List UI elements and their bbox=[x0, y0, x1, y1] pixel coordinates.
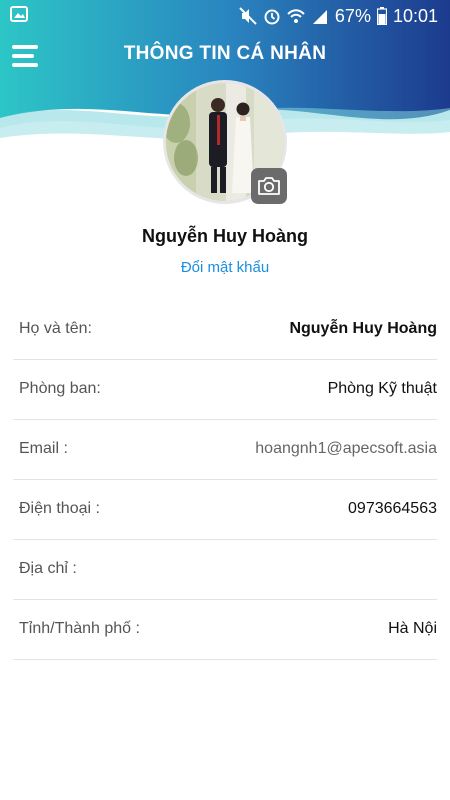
clock-time: 10:01 bbox=[392, 6, 438, 26]
info-row-phone: Điện thoại : 0973664563 bbox=[13, 480, 437, 540]
wifi-icon bbox=[287, 9, 305, 23]
field-label: Phòng ban: bbox=[19, 380, 101, 397]
field-label: Họ và tên: bbox=[19, 320, 92, 337]
battery-percent: 67% bbox=[334, 6, 371, 26]
field-label: Điện thoại : bbox=[19, 500, 100, 517]
info-row-email: Email : hoangnh1@apecsoft.asia bbox=[13, 420, 437, 480]
info-row-address: Địa chỉ : bbox=[13, 540, 437, 600]
info-row-full-name: Họ và tên: Nguyễn Huy Hoàng bbox=[13, 300, 437, 360]
info-row-department: Phòng ban: Phòng Kỹ thuật bbox=[13, 360, 437, 420]
signal-icon bbox=[312, 10, 327, 24]
field-label: Địa chỉ : bbox=[19, 560, 77, 577]
gallery-icon bbox=[10, 6, 28, 22]
field-value: hoangnh1@apecsoft.asia bbox=[255, 440, 437, 457]
field-label: Tỉnh/Thành phố : bbox=[19, 620, 140, 637]
avatar-container bbox=[163, 80, 287, 204]
field-label: Email : bbox=[19, 440, 68, 457]
field-value: Phòng Kỹ thuật bbox=[327, 380, 437, 397]
alarm-icon bbox=[264, 9, 280, 25]
change-password-link[interactable]: Đổi mật khẩu bbox=[0, 259, 450, 276]
status-bar: 67% 10:01 bbox=[0, 0, 450, 32]
mute-icon bbox=[239, 7, 257, 25]
camera-icon bbox=[258, 177, 280, 195]
battery-icon bbox=[376, 7, 387, 25]
field-value: Hà Nội bbox=[388, 620, 437, 637]
profile-name: Nguyễn Huy Hoàng bbox=[141, 226, 308, 246]
field-value: 0973664563 bbox=[348, 500, 437, 517]
field-value: Nguyễn Huy Hoàng bbox=[289, 320, 437, 337]
page-title: THÔNG TIN CÁ NHÂN bbox=[123, 43, 327, 64]
info-row-city: Tỉnh/Thành phố : Hà Nội bbox=[13, 600, 437, 660]
info-list: Họ và tên: Nguyễn Huy Hoàng Phòng ban: P… bbox=[13, 300, 437, 660]
change-avatar-button[interactable] bbox=[251, 168, 287, 204]
